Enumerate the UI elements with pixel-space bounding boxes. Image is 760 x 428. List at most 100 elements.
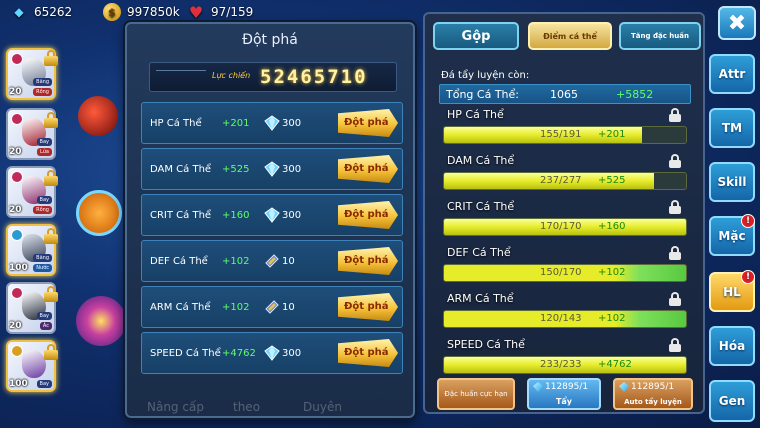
lock-icon	[44, 50, 58, 66]
diamond-icon	[264, 115, 280, 131]
iv-stat-value: 150/170	[540, 267, 582, 278]
pet-type-tag: Ác	[39, 322, 52, 330]
close-button[interactable]: ✖	[718, 6, 756, 40]
pet-type-tag: Băng	[33, 254, 52, 262]
auto-count-value: 112895/1	[631, 382, 675, 392]
break-button-label: Đột phá	[344, 209, 389, 220]
stat-bonus: +201	[222, 118, 250, 129]
stat-cost: 300	[282, 118, 302, 129]
iv-progress-bar: 150/170 +102	[443, 264, 687, 282]
lock-icon[interactable]	[669, 108, 681, 122]
diamond-icon	[264, 161, 280, 177]
gold-value: 997850k	[127, 5, 180, 19]
element-icon	[11, 113, 23, 125]
gem-icon: ◆	[14, 5, 24, 19]
side-tab-label: Hóa	[718, 339, 746, 353]
stat-bonus: +160	[222, 210, 250, 221]
wash-count: 112895/1	[533, 382, 588, 392]
pet-level: 20	[9, 321, 22, 331]
lock-icon[interactable]	[669, 154, 681, 168]
break-row-speed: SPEED Cá Thể +4762 300 Đột phá	[141, 332, 403, 374]
iv-stat-name: ARM Cá Thể	[447, 292, 514, 305]
iv-stat-row: ARM Cá Thể 120/143 +102	[439, 292, 691, 336]
total-iv-box: Tổng Cá Thể: 1065 +5852	[439, 84, 691, 104]
iv-stat-bonus: +160	[598, 221, 626, 232]
iv-stat-name: HP Cá Thể	[447, 108, 504, 121]
lock-icon[interactable]	[669, 292, 681, 306]
fate-label: Duyên	[303, 400, 342, 414]
iv-stat-bonus: +525	[598, 175, 626, 186]
wash-label: Tẩy	[555, 397, 573, 406]
stat-name: HP Cá Thể	[150, 118, 202, 129]
break-button-label: Đột phá	[344, 255, 389, 266]
iv-stat-row: HP Cá Thể 155/191 +201	[439, 108, 691, 152]
lock-icon[interactable]	[669, 200, 681, 214]
iv-stat-value: 233/233	[540, 359, 582, 370]
stat-name: DEF Cá Thể	[150, 256, 208, 267]
break-button[interactable]: Đột phá	[338, 247, 398, 275]
side-tab-label: Mặc	[718, 229, 746, 243]
break-button[interactable]: Đột phá	[338, 109, 398, 137]
diamond-icon	[264, 345, 280, 361]
crystal-icon	[265, 300, 279, 314]
follow-label: theo	[233, 400, 261, 414]
lock-icon[interactable]	[669, 246, 681, 260]
tab-merge[interactable]: Gộp	[433, 22, 519, 50]
side-tab-gen[interactable]: Gen	[709, 380, 755, 422]
iv-progress-bar: 120/143 +102	[443, 310, 687, 328]
break-button-label: Đột phá	[344, 117, 389, 128]
tab-special-training[interactable]: Tăng đặc huấn	[619, 22, 701, 50]
bag-icon	[76, 190, 122, 236]
stat-name: SPEED Cá Thể	[150, 348, 221, 359]
lock-icon	[44, 170, 58, 186]
stat-bonus: +102	[222, 302, 250, 313]
break-row-hp: HP Cá Thể +201 300 Đột phá	[141, 102, 403, 144]
break-button[interactable]: Đột phá	[338, 201, 398, 229]
pet-type-tag: Băng	[33, 78, 52, 86]
wheel-icon	[76, 296, 126, 346]
lock-icon	[44, 228, 58, 244]
element-icon	[11, 287, 23, 299]
stat-bonus: +525	[222, 164, 250, 175]
pet-type-tag: Nước	[33, 264, 52, 272]
iv-stat-bonus: +201	[598, 129, 626, 140]
iv-stat-name: DAM Cá Thể	[447, 154, 515, 167]
pet-type-tag: Bay	[36, 196, 52, 204]
stamina-value: 97/159	[211, 5, 254, 19]
upgrade-label: Nâng cấp	[147, 400, 204, 414]
iv-stat-row: DAM Cá Thể 237/277 +525	[439, 154, 691, 198]
break-button-label: Đột phá	[344, 163, 389, 174]
auto-wash-button[interactable]: 112895/1 Auto tẩy luyện	[613, 378, 693, 410]
iv-progress-bar: 170/170 +160	[443, 218, 687, 236]
side-tab-skill[interactable]: Skill	[709, 162, 755, 202]
pet-level: 20	[9, 205, 22, 215]
break-button[interactable]: Đột phá	[338, 293, 398, 321]
side-tab-transform[interactable]: Hóa	[709, 326, 755, 366]
element-icon	[11, 345, 23, 357]
lock-icon[interactable]	[669, 338, 681, 352]
stamina-flask-icon: ♥	[188, 2, 204, 22]
tab-iv-points[interactable]: Điểm cá thể	[528, 22, 612, 50]
break-button[interactable]: Đột phá	[338, 155, 398, 183]
stat-name: ARM Cá Thể	[150, 302, 211, 313]
break-button[interactable]: Đột phá	[338, 339, 398, 367]
side-tab-wear[interactable]: Mặc!	[709, 214, 755, 256]
side-tab-label: Attr	[718, 67, 746, 81]
wash-button[interactable]: 112895/1 Tẩy	[527, 378, 601, 410]
ball-icon	[78, 96, 118, 136]
iv-stat-value: 155/191	[540, 129, 582, 140]
pet-portrait	[22, 350, 46, 378]
side-tab-attr[interactable]: Attr	[709, 54, 755, 94]
side-tab-tm[interactable]: TM	[709, 108, 755, 148]
stat-cost: 300	[282, 348, 302, 359]
special-training-button[interactable]: Đặc huấn cực hạn	[437, 378, 515, 410]
iv-stat-name: DEF Cá Thể	[447, 246, 511, 259]
stamina-counter: ♥ 97/159	[187, 2, 254, 22]
iv-stat-bonus: +102	[598, 267, 626, 278]
stone-icon	[533, 382, 543, 392]
side-tab-hl[interactable]: HL!	[709, 270, 755, 312]
iv-stat-value: 120/143	[540, 313, 582, 324]
auto-count: 112895/1	[619, 382, 674, 392]
alert-badge: !	[741, 270, 755, 284]
diamond-icon	[264, 207, 280, 223]
